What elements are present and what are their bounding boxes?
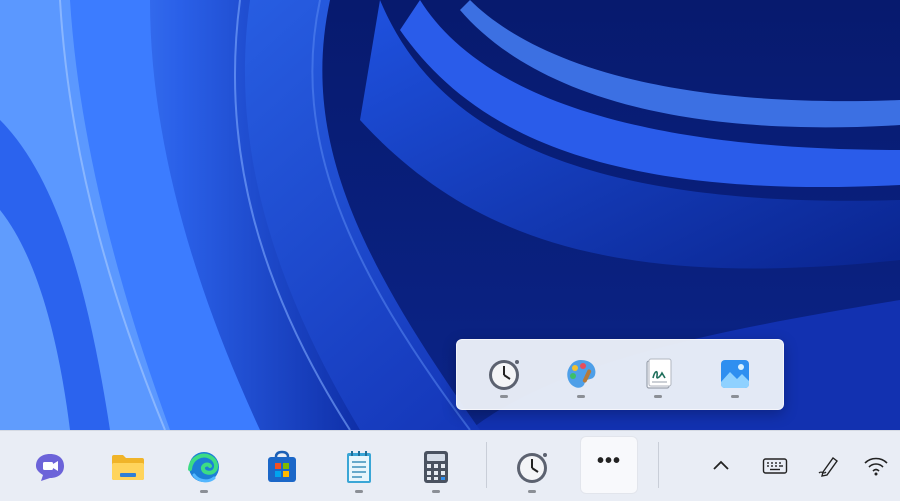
microsoft-store-icon xyxy=(268,450,296,482)
taskbar-chat-app[interactable] xyxy=(22,439,78,495)
running-indicator xyxy=(355,490,363,493)
network-button[interactable] xyxy=(860,450,892,482)
flyout-photos-app[interactable] xyxy=(705,346,765,402)
clock-app-icon xyxy=(489,360,519,390)
running-indicator xyxy=(500,395,508,398)
pen-menu-button[interactable] xyxy=(813,450,845,482)
taskbar-overflow-flyout xyxy=(456,339,784,410)
taskbar-divider xyxy=(486,442,487,488)
wifi-icon xyxy=(864,457,888,476)
pen-menu-icon xyxy=(818,457,838,477)
taskbar-file-explorer[interactable] xyxy=(100,439,156,495)
touch-keyboard-button[interactable] xyxy=(759,450,791,482)
journal-app-icon xyxy=(646,358,672,389)
calculator-icon xyxy=(424,451,448,483)
taskbar-edge-browser[interactable] xyxy=(176,439,232,495)
flyout-clock-app[interactable] xyxy=(474,346,534,402)
chevron-up-icon xyxy=(713,460,729,470)
taskbar-microsoft-store[interactable] xyxy=(254,439,310,495)
running-indicator xyxy=(528,490,536,493)
photos-app-icon xyxy=(721,360,749,388)
taskbar-notepad[interactable] xyxy=(331,439,387,495)
running-indicator xyxy=(577,395,585,398)
running-indicator xyxy=(200,490,208,493)
taskbar-more-button[interactable]: ••• xyxy=(581,437,637,493)
notepad-icon xyxy=(347,451,371,483)
taskbar-clock-app[interactable] xyxy=(504,439,560,495)
clock-app-icon xyxy=(517,453,547,483)
touch-keyboard-icon xyxy=(762,458,788,474)
running-indicator xyxy=(731,395,739,398)
file-explorer-icon xyxy=(112,455,144,480)
show-hidden-icons-button[interactable] xyxy=(705,450,737,482)
edge-browser-icon xyxy=(188,452,219,483)
teams-chat-icon xyxy=(36,454,64,481)
running-indicator xyxy=(654,395,662,398)
flyout-journal-app[interactable] xyxy=(628,346,688,402)
more-ellipsis-icon: ••• xyxy=(596,450,621,472)
taskbar-calculator[interactable] xyxy=(408,439,464,495)
running-indicator xyxy=(432,490,440,493)
paint-app-icon xyxy=(567,360,596,388)
taskbar-divider xyxy=(658,442,659,488)
flyout-paint-app[interactable] xyxy=(551,346,611,402)
